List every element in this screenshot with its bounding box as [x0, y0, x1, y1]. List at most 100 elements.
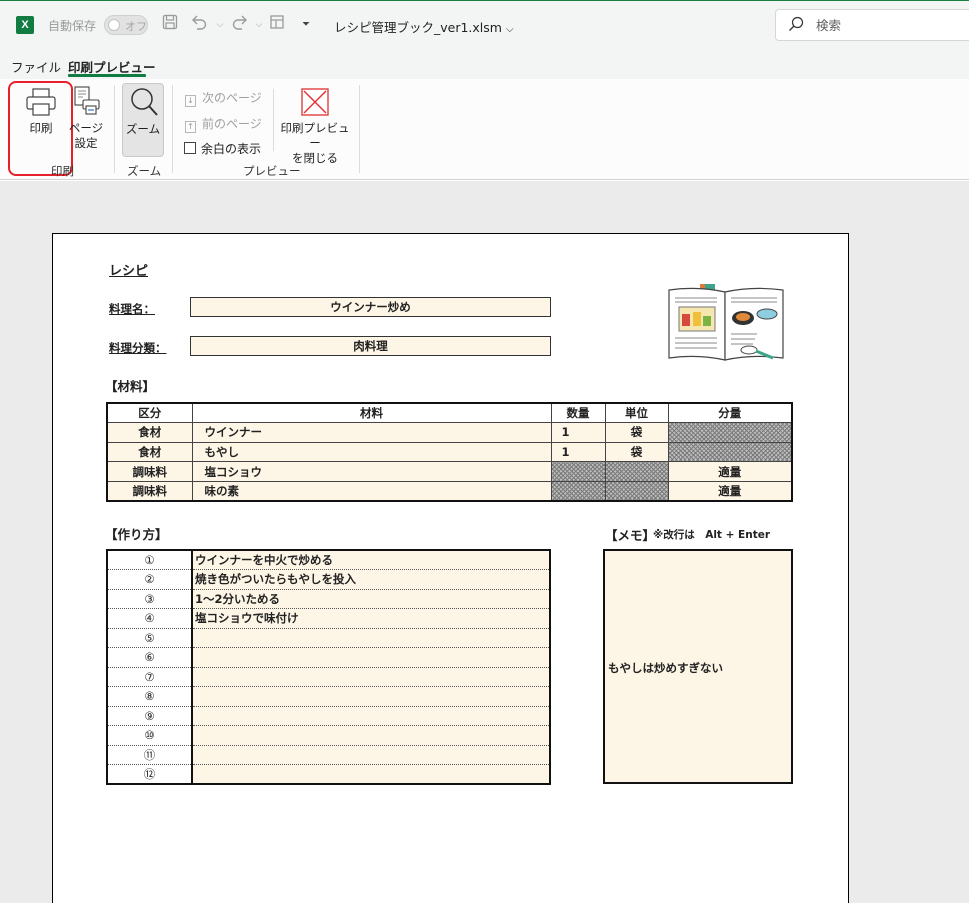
search-box[interactable] [775, 9, 969, 41]
recipe-book-illustration [668, 284, 784, 361]
customize-toolbar-icon[interactable]: ⏷ [295, 14, 317, 36]
excel-logo-icon: X [16, 16, 34, 34]
prev-page-button[interactable]: ↑ 前のページ [185, 115, 262, 133]
show-margins-checkbox[interactable]: 余白の表示 [184, 140, 261, 157]
autosave-label: 自動保存 [48, 19, 97, 33]
table-row: ⑫ [107, 764, 550, 785]
category-label: 料理分類： [109, 341, 167, 355]
ribbon-separator [172, 85, 173, 173]
step-number: ① [107, 550, 193, 570]
arrow-down-icon: ↓ [185, 95, 196, 107]
arrow-up-icon: ↑ [185, 121, 196, 133]
close-preview-label: 印刷プレビュー を閉じる [280, 121, 350, 165]
step-text: ウインナーを中火で炒める [192, 550, 550, 570]
next-page-button[interactable]: ↓ 次のページ [185, 89, 262, 107]
show-margins-label: 余白の表示 [201, 142, 262, 156]
active-tab-indicator [68, 74, 146, 77]
memo-heading: 【メモ】 [605, 528, 656, 543]
table-row: ⑤ [107, 628, 550, 648]
close-preview-button[interactable]: 印刷プレビュー を閉じる [279, 85, 351, 165]
table-cell: 1 [550, 422, 606, 443]
table-cell-disabled [604, 480, 669, 502]
tab-file[interactable]: ファイル [11, 57, 61, 76]
table-cell: 袋 [604, 422, 669, 443]
search-input[interactable] [816, 16, 956, 34]
dish-name-label: 料理名： [109, 302, 155, 316]
column-header: 区分 [106, 402, 193, 424]
close-preview-icon [301, 88, 329, 116]
table-cell: 1 [550, 441, 606, 463]
print-button-label: 印刷 [29, 121, 53, 135]
table-row: 食材 ウインナー 1 袋 [106, 422, 793, 443]
preview-page: レシピ 料理名： ウインナー炒め 料理分類： 肉料理 【材料】 区分 材料 数量… [52, 233, 849, 903]
table-cell: 袋 [604, 441, 669, 463]
step-number: ⑫ [107, 764, 193, 785]
search-icon [789, 16, 804, 31]
group-label-zoom: ズーム [127, 164, 162, 178]
group-label-preview: プレビュー [243, 164, 301, 178]
page-setup-button[interactable]: ページ 設定 [68, 85, 104, 155]
table-row: ⑩ [107, 725, 550, 746]
memo-note: ※改行は Alt + Enter [653, 529, 771, 541]
table-cell: 調味料 [106, 461, 193, 482]
ribbon-separator [359, 85, 360, 173]
table-row: ⑥ [107, 647, 550, 668]
step-text [192, 628, 550, 648]
checkbox-icon [184, 142, 196, 154]
table-cell: 味の素 [191, 480, 552, 502]
ingredients-table: 区分 材料 数量 単位 分量 食材 ウインナー 1 袋 食材 もやし 1 袋 調… [106, 402, 793, 502]
step-number: ⑥ [107, 647, 193, 668]
menu-tabs: ファイル 印刷プレビュー [0, 48, 969, 79]
step-text [192, 686, 550, 707]
ribbon-separator [114, 85, 115, 173]
table-row: ③ 1～2分いためる [107, 589, 550, 609]
toggle-knob [108, 19, 120, 31]
form-icon[interactable] [266, 14, 288, 36]
table-cell-disabled [667, 441, 793, 463]
table-cell: 食材 [106, 441, 193, 463]
memo-box: もやしは炒めすぎない [603, 549, 793, 784]
step-text [192, 667, 550, 687]
table-cell-disabled [667, 422, 793, 443]
table-cell: 適量 [667, 480, 793, 502]
table-row: ⑦ [107, 667, 550, 687]
step-number: ⑨ [107, 706, 193, 726]
table-cell: 適量 [667, 461, 793, 482]
title-bar: X 自動保存 オフ ⌵ ⌵ ⏷ レシピ管理ブック_ver1.xlsm ⌵ [0, 0, 969, 48]
autosave-toggle[interactable]: オフ [104, 15, 148, 35]
zoom-button[interactable]: ズーム [122, 83, 164, 157]
save-icon[interactable] [159, 14, 181, 36]
step-text [192, 725, 550, 746]
step-text [192, 647, 550, 668]
step-text [192, 706, 550, 726]
step-number: ⑤ [107, 628, 193, 648]
table-row: 食材 もやし 1 袋 [106, 441, 793, 463]
table-cell: 塩コショウ [191, 461, 552, 482]
table-cell-disabled [604, 461, 669, 482]
column-header: 分量 [667, 402, 793, 424]
steps-table: ① ウインナーを中火で炒める ② 焼き色がついたらもやしを投入 ③ 1～2分いためる … [106, 549, 551, 785]
file-name-title[interactable]: レシピ管理ブック_ver1.xlsm ⌵ [334, 17, 514, 36]
memo-text: もやしは炒めすぎない [608, 661, 723, 675]
prev-page-label: 前のページ [202, 117, 262, 131]
next-page-label: 次のページ [202, 91, 262, 105]
column-header: 数量 [550, 402, 606, 424]
undo-icon[interactable] [189, 14, 211, 36]
step-number: ② [107, 569, 193, 590]
table-row: 調味料 味の素 適量 [106, 480, 793, 502]
zoom-button-label: ズーム [125, 122, 161, 136]
step-text [192, 764, 550, 785]
page-setup-label: ページ 設定 [68, 121, 104, 150]
step-text: 焼き色がついたらもやしを投入 [192, 569, 550, 590]
ingredients-header-row: 区分 材料 数量 単位 分量 [106, 402, 793, 424]
page-setup-icon [74, 86, 100, 115]
print-preview-area[interactable]: レシピ 料理名： ウインナー炒め 料理分類： 肉料理 【材料】 区分 材料 数量… [0, 181, 969, 903]
redo-icon[interactable] [228, 14, 250, 36]
print-button[interactable]: 印刷 [12, 85, 70, 155]
table-cell-disabled [550, 480, 606, 502]
file-name-text: レシピ管理ブック_ver1.xlsm [334, 20, 502, 35]
step-text: 1～2分いためる [192, 589, 550, 609]
category-value: 肉料理 [190, 336, 551, 356]
table-row: ⑪ [107, 745, 550, 765]
table-row: ⑧ [107, 686, 550, 707]
